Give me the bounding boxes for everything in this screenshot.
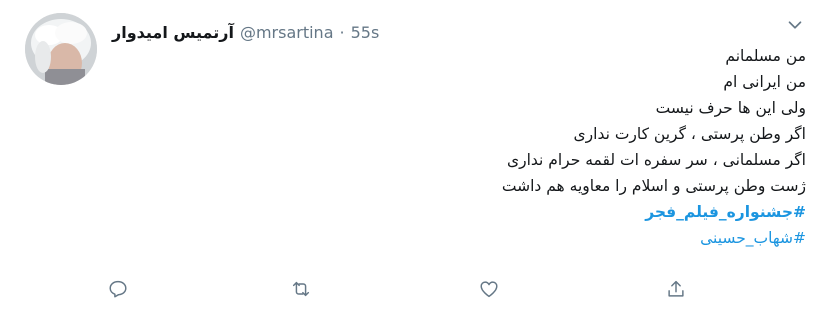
avatar[interactable] [25, 13, 97, 85]
tweet-actions [0, 272, 826, 304]
share-button[interactable] [659, 272, 693, 306]
heart-icon [480, 281, 498, 298]
display-name[interactable]: آرتمیس امیدوار [112, 23, 234, 42]
retweet-button[interactable] [284, 272, 318, 306]
retweet-icon [292, 281, 310, 297]
username-handle[interactable]: @mrsartina [240, 23, 334, 42]
reply-icon [109, 280, 127, 298]
tweet-card[interactable]: آرتمیس امیدوار @mrsartina · 55s من مسلما… [0, 0, 826, 315]
hashtag-link[interactable]: #جشنواره_فیلم_فجر [645, 199, 806, 225]
avatar-image [25, 13, 97, 85]
tweet-line: اگر وطن پرستی ، گرین کارت نداری [573, 125, 806, 143]
timestamp[interactable]: 55s [351, 23, 380, 42]
reply-button[interactable] [101, 272, 135, 306]
chevron-down-icon [788, 21, 802, 29]
separator-dot: · [339, 22, 345, 42]
tweet-line: اگر مسلمانی ، سر سفره ات لقمه حرام نداری [506, 151, 806, 169]
tweet-line: من ایرانی ام [723, 73, 806, 91]
like-button[interactable] [472, 272, 506, 306]
tweet-text: من مسلمانم من ایرانی ام ولی این ها حرف ن… [126, 43, 806, 251]
hashtag-link[interactable]: #شهاب_حسینی [700, 225, 806, 251]
tweet-line: من مسلمانم [725, 47, 806, 65]
tweet-line: ژست وطن پرستی و اسلام را معاویه هم داشت [501, 177, 806, 195]
tweet-line: ولی این ها حرف نیست [655, 99, 806, 117]
tweet-header: آرتمیس امیدوار @mrsartina · 55s [112, 20, 379, 44]
more-options-button[interactable] [784, 14, 806, 36]
share-icon [668, 280, 684, 297]
